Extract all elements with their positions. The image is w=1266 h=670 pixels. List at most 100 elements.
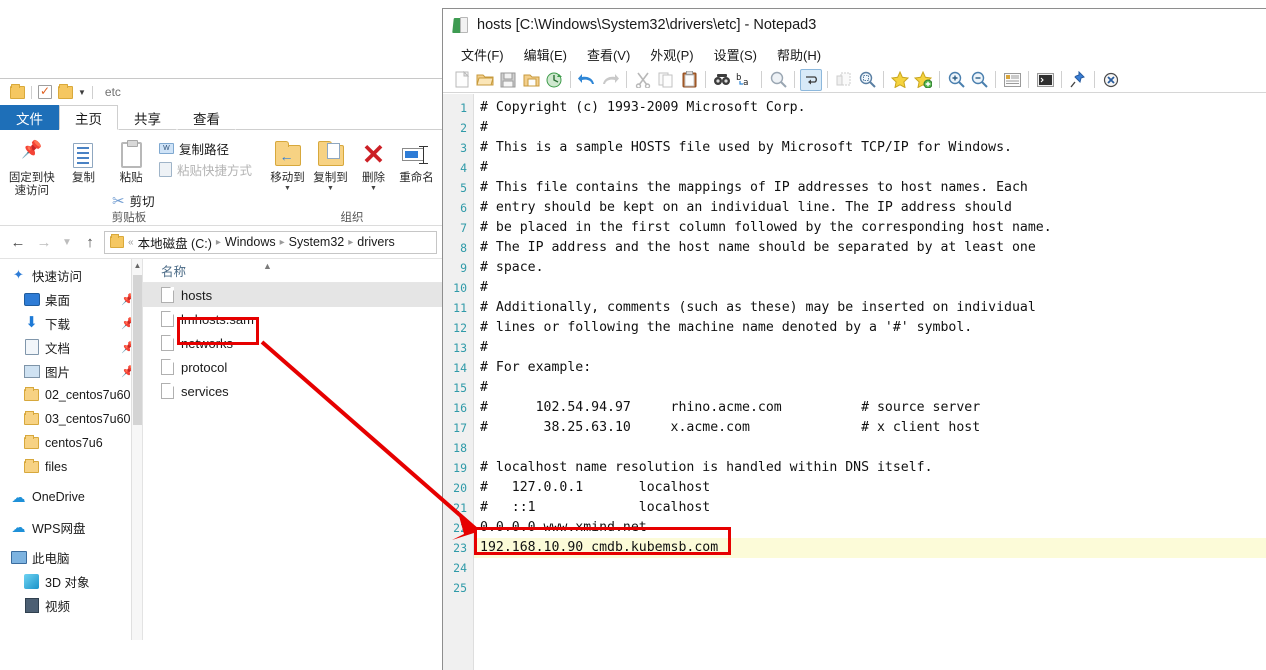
sidebar-item-wps-cloud[interactable]: ☁ WPS网盘 <box>0 515 142 539</box>
forward-arrow-icon[interactable]: → <box>32 230 56 254</box>
scroll-up-icon[interactable]: ▲ <box>132 259 142 273</box>
chevron-down-icon[interactable]: ▼ <box>284 185 291 192</box>
back-arrow-icon[interactable]: ← <box>6 230 30 254</box>
sidebar-item-centos7u6[interactable]: centos7u6 <box>0 431 142 455</box>
sidebar-item-onedrive[interactable]: ☁ OneDrive <box>0 485 142 509</box>
copy-icon[interactable] <box>655 69 677 91</box>
chevron-down-icon[interactable]: ▼ <box>78 88 86 97</box>
navigation-pane: ✦ 快速访问 桌面 📌 ⬇ 下载 📌 文档 📌 图片 📌 02_centos7u… <box>0 259 143 640</box>
tab-view[interactable]: 查看 <box>177 105 236 130</box>
chevron-down-icon[interactable]: ▼ <box>327 185 334 192</box>
properties-icon[interactable] <box>38 83 52 99</box>
url-link[interactable]: www.xmind.net <box>544 520 647 535</box>
sidebar-item-this-pc[interactable]: 此电脑 <box>0 545 142 569</box>
nav-pane-scrollbar[interactable]: ▲ <box>131 259 142 640</box>
add-favorite-icon[interactable] <box>912 69 934 91</box>
file-icon <box>161 311 174 327</box>
breadcrumb-item-3[interactable]: drivers <box>357 235 395 249</box>
exit-icon[interactable] <box>1100 69 1122 91</box>
menu-item-edit[interactable]: 编辑(E) <box>514 43 577 66</box>
save-icon[interactable] <box>497 69 519 91</box>
tab-share[interactable]: 共享 <box>118 105 177 130</box>
sidebar-item-downloads[interactable]: ⬇ 下载 📌 <box>0 311 142 335</box>
copy-button[interactable]: 复制 <box>60 136 108 185</box>
code-line: # Copyright (c) 1993-2009 Microsoft Corp… <box>480 100 806 115</box>
move-to-button[interactable]: ← 移动到 ▼ <box>266 136 309 192</box>
replace-icon[interactable]: ba <box>734 69 756 91</box>
chevron-down-icon[interactable]: ▼ <box>370 185 377 192</box>
tab-home[interactable]: 主页 <box>59 105 118 130</box>
breadcrumb[interactable]: « 本地磁盘 (C:) ▸ Windows ▸ System32 ▸ drive… <box>104 230 437 254</box>
ribbon-body: 固定到快 速访问 复制 粘贴 <box>0 130 443 226</box>
zoom-in-icon[interactable] <box>945 69 967 91</box>
paste-button[interactable]: 粘贴 <box>107 136 155 185</box>
breadcrumb-item-1[interactable]: Windows <box>225 235 276 249</box>
tab-file[interactable]: 文件 <box>0 105 59 130</box>
code-text: 0.0.0.0 <box>480 520 544 535</box>
scheme-icon[interactable] <box>1001 69 1023 91</box>
delete-button[interactable]: ✕ 删除 ▼ <box>352 136 395 193</box>
undo-icon[interactable] <box>576 69 598 91</box>
table-row[interactable]: services <box>143 379 443 403</box>
pin-to-quick-access-button[interactable]: 固定到快 速访问 <box>4 136 60 198</box>
open-folder-icon[interactable] <box>474 69 496 91</box>
menu-item-view[interactable]: 查看(V) <box>577 43 640 66</box>
column-header-name[interactable]: 名称 ▲ <box>143 259 443 283</box>
favorite-icon[interactable] <box>889 69 911 91</box>
copy-path-button[interactable]: W 复制路径 <box>157 138 254 159</box>
folder-icon[interactable] <box>10 83 25 99</box>
code-area[interactable]: # Copyright (c) 1993-2009 Microsoft Corp… <box>474 94 1266 670</box>
revert-icon[interactable] <box>543 69 565 91</box>
sidebar-item-files[interactable]: files <box>0 455 142 479</box>
table-row[interactable]: hosts <box>143 283 443 307</box>
file-icon <box>161 383 174 399</box>
zoom-out-icon[interactable] <box>968 69 990 91</box>
sidebar-item-03-centos7u60[interactable]: 03_centos7u60 <box>0 407 142 431</box>
breadcrumb-item-0[interactable]: 本地磁盘 (C:) <box>138 233 212 252</box>
up-arrow-icon[interactable]: ↑ <box>78 230 102 254</box>
breadcrumb-item-2[interactable]: System32 <box>289 235 345 249</box>
find-icon[interactable] <box>711 69 733 91</box>
zoom-selection-icon[interactable] <box>856 69 878 91</box>
copy-to-button[interactable]: 复制到 ▼ <box>309 136 352 192</box>
text-editor[interactable]: 1 2 3 4 5 6 7 8 9 10 11 12 13 14 15 16 1… <box>443 94 1266 670</box>
sidebar-item-videos[interactable]: 视频 <box>0 593 142 617</box>
sidebar-item-3d-objects[interactable]: 3D 对象 <box>0 569 142 593</box>
cut-button[interactable]: ✂ 剪切 <box>110 190 157 211</box>
divider <box>31 85 32 99</box>
copy-path-icon: W <box>158 143 174 154</box>
recent-locations-icon[interactable]: ▼ <box>58 230 76 254</box>
table-row[interactable]: lmhosts.sam <box>143 307 443 331</box>
menu-item-appearance[interactable]: 外观(P) <box>640 43 703 66</box>
menu-item-help[interactable]: 帮助(H) <box>767 43 831 66</box>
scrollbar-thumb[interactable] <box>133 275 142 425</box>
new-folder-icon[interactable] <box>58 83 73 99</box>
zoom-find-icon[interactable] <box>767 69 789 91</box>
line-number: 9 <box>460 261 467 275</box>
menu-item-settings[interactable]: 设置(S) <box>704 43 767 66</box>
toolbar: ba <box>443 67 1266 93</box>
new-file-icon[interactable] <box>451 69 473 91</box>
breadcrumb-overflow[interactable]: « <box>128 237 134 248</box>
always-on-top-icon[interactable] <box>1067 69 1089 91</box>
sidebar-item-pictures[interactable]: 图片 📌 <box>0 359 142 383</box>
table-row[interactable]: networks <box>143 331 443 355</box>
save-as-icon[interactable] <box>520 69 542 91</box>
cut-icon[interactable] <box>632 69 654 91</box>
sidebar-item-label: 下载 <box>45 317 71 332</box>
rename-button[interactable]: 重命名 <box>395 136 438 185</box>
paste-shortcut-button[interactable]: 粘贴快捷方式 <box>157 159 254 180</box>
word-wrap-icon[interactable] <box>800 68 822 91</box>
redo-icon[interactable] <box>599 69 621 91</box>
code-line: # <box>480 380 488 395</box>
sidebar-item-desktop[interactable]: 桌面 📌 <box>0 287 142 311</box>
table-row[interactable]: protocol <box>143 355 443 379</box>
sidebar-item-documents[interactable]: 文档 📌 <box>0 335 142 359</box>
menu-item-file[interactable]: 文件(F) <box>451 43 514 66</box>
sidebar-item-quick-access[interactable]: ✦ 快速访问 <box>0 263 142 287</box>
sidebar-item-02-centos7u60[interactable]: 02_centos7u60 <box>0 383 142 407</box>
paste-icon[interactable] <box>678 69 700 91</box>
console-icon[interactable] <box>1034 69 1056 91</box>
line-numbers-icon[interactable] <box>833 69 855 91</box>
